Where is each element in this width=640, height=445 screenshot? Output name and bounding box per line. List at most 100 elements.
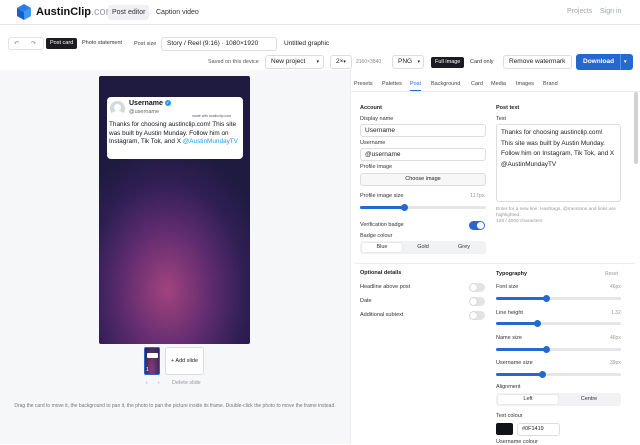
badge-colour-gold[interactable]: Gold: [403, 243, 443, 252]
tab-images[interactable]: Images: [516, 81, 534, 87]
card-display-name: Username ✓: [129, 100, 171, 107]
slider-knob[interactable]: [543, 346, 550, 353]
nav-projects[interactable]: Projects: [567, 8, 592, 15]
subtext-toggle[interactable]: [469, 311, 485, 320]
username-colour-label: Username colour: [496, 439, 538, 445]
slider-fill: [496, 297, 546, 300]
slider-knob[interactable]: [543, 295, 550, 302]
panel-scrollbar[interactable]: [634, 92, 638, 164]
chevron-down-icon[interactable]: ▾: [624, 54, 627, 70]
tab-post[interactable]: Post: [410, 81, 422, 91]
subtext-label: Additional subtext: [360, 312, 404, 318]
slide-next-icon[interactable]: ›: [158, 380, 160, 386]
verification-badge-toggle[interactable]: [469, 221, 485, 230]
verification-badge-label: Verification badge: [360, 222, 404, 228]
mode-photo-statement-button[interactable]: Photo statement: [78, 38, 126, 49]
card-post-link[interactable]: @AustinMundayTV: [183, 138, 238, 145]
watermark-text: made with austinclip.com: [192, 114, 232, 118]
avatar-head: [114, 104, 121, 111]
name-size-slider[interactable]: [496, 346, 621, 353]
logo-icon: [17, 4, 31, 20]
optional-details-heading: Optional details: [360, 270, 402, 276]
tab-background[interactable]: Background: [431, 81, 460, 87]
badge-colour-blue[interactable]: Blue: [362, 243, 402, 252]
slider-knob[interactable]: [539, 371, 546, 378]
name-size-label: Name size: [496, 335, 522, 341]
badge-colour-grey[interactable]: Grey: [444, 243, 484, 252]
display-name-input[interactable]: Username: [360, 124, 486, 137]
font-size-slider[interactable]: [496, 295, 621, 302]
scale-select[interactable]: 2×▾: [330, 55, 352, 69]
undo-icon[interactable]: ↶: [14, 40, 19, 47]
line-height-slider[interactable]: [496, 320, 621, 327]
date-toggle[interactable]: [469, 297, 485, 306]
chevron-down-icon: ▾: [316, 59, 319, 65]
text-colour-swatch[interactable]: [496, 423, 513, 435]
card-post-text: Thanks for choosing austinclip.com! This…: [109, 121, 238, 145]
post-card[interactable]: Username ✓ @username made with austincli…: [107, 97, 243, 159]
avatar[interactable]: [110, 101, 125, 116]
display-name-label: Display name: [360, 116, 394, 122]
badge-colour-label: Badge colour: [360, 233, 393, 239]
export-dimensions: 2160×3840: [356, 59, 382, 65]
typography-reset-button[interactable]: Reset: [605, 271, 618, 277]
full-image-button[interactable]: Full image: [431, 57, 465, 68]
nav-post-editor[interactable]: Post editor: [108, 5, 150, 20]
chevron-down-icon: ▾: [343, 59, 346, 65]
delete-slide-button[interactable]: Delete slide: [172, 380, 201, 386]
brand-name[interactable]: AustinClip.com: [36, 6, 115, 18]
username-size-label: Username size: [496, 360, 533, 366]
name-size-value: 46px: [610, 335, 621, 341]
tab-palettes[interactable]: Palettes: [382, 81, 402, 87]
username-input[interactable]: @username: [360, 148, 486, 161]
username-size-slider[interactable]: [496, 371, 621, 378]
profile-image-size-slider[interactable]: [360, 204, 486, 211]
headline-toggle[interactable]: [469, 283, 485, 292]
download-label: Download: [583, 58, 615, 65]
redo-icon[interactable]: ↷: [31, 40, 36, 47]
project-title[interactable]: Untitled graphic: [284, 40, 329, 47]
choose-image-button[interactable]: Choose image: [360, 173, 486, 186]
tab-media[interactable]: Media: [491, 81, 506, 87]
toggle-knob: [470, 284, 477, 291]
new-project-button[interactable]: New project ▾: [265, 55, 324, 69]
format-select[interactable]: PNG ▾: [392, 55, 424, 69]
slider-knob[interactable]: [534, 320, 541, 327]
card-only-button[interactable]: Card only: [466, 57, 498, 68]
new-project-label: New project: [271, 58, 306, 65]
mode-post-card-button[interactable]: Post card: [46, 38, 78, 49]
align-centre-option[interactable]: Centre: [559, 395, 619, 404]
alignment-label: Alignment: [496, 384, 521, 390]
remove-watermark-button[interactable]: Remove watermark: [503, 55, 572, 69]
section-divider: [355, 263, 635, 264]
nav-caption-video[interactable]: Caption video: [152, 5, 203, 20]
text-colour-input[interactable]: #0F1419: [517, 423, 560, 436]
chevron-down-icon: ▾: [417, 59, 420, 65]
slide-thumbnail-card: [147, 353, 158, 358]
profile-image-label: Profile image: [360, 164, 393, 170]
slider-knob[interactable]: [401, 204, 408, 211]
post-text-textarea[interactable]: Thanks for choosing austinclip.com! This…: [496, 124, 621, 202]
tab-brand[interactable]: Brand: [543, 81, 558, 87]
verified-badge-icon: ✓: [164, 100, 171, 107]
slide-thumbnail[interactable]: 1: [144, 347, 160, 375]
line-height-label: Line height: [496, 310, 523, 316]
username-label: Username: [360, 140, 386, 146]
line-height-value: 1.32: [611, 310, 621, 316]
slide-prev-icon[interactable]: ‹: [146, 380, 148, 386]
post-size-select[interactable]: Story / Reel (9:16) · 1080×1920: [161, 37, 277, 51]
alignment-selector: Left Centre: [496, 393, 621, 406]
align-left-option[interactable]: Left: [498, 395, 558, 404]
profile-image-size-value: 117px: [470, 193, 485, 199]
add-slide-button[interactable]: + Add slide: [165, 347, 204, 375]
download-button[interactable]: Download ▾: [576, 54, 633, 70]
saved-status: Saved on this device: [208, 59, 259, 65]
font-size-value: 46px: [610, 284, 621, 290]
nav-sign-in[interactable]: Sign in: [600, 8, 621, 15]
typography-heading: Typography: [496, 271, 528, 277]
tab-card[interactable]: Card: [471, 81, 483, 87]
tab-presets[interactable]: Presets: [354, 81, 373, 87]
post-text-hint: Enter for a new line. Hashtags, @mention…: [496, 207, 616, 218]
slide-number: 1: [146, 367, 149, 373]
toggle-knob: [470, 298, 477, 305]
